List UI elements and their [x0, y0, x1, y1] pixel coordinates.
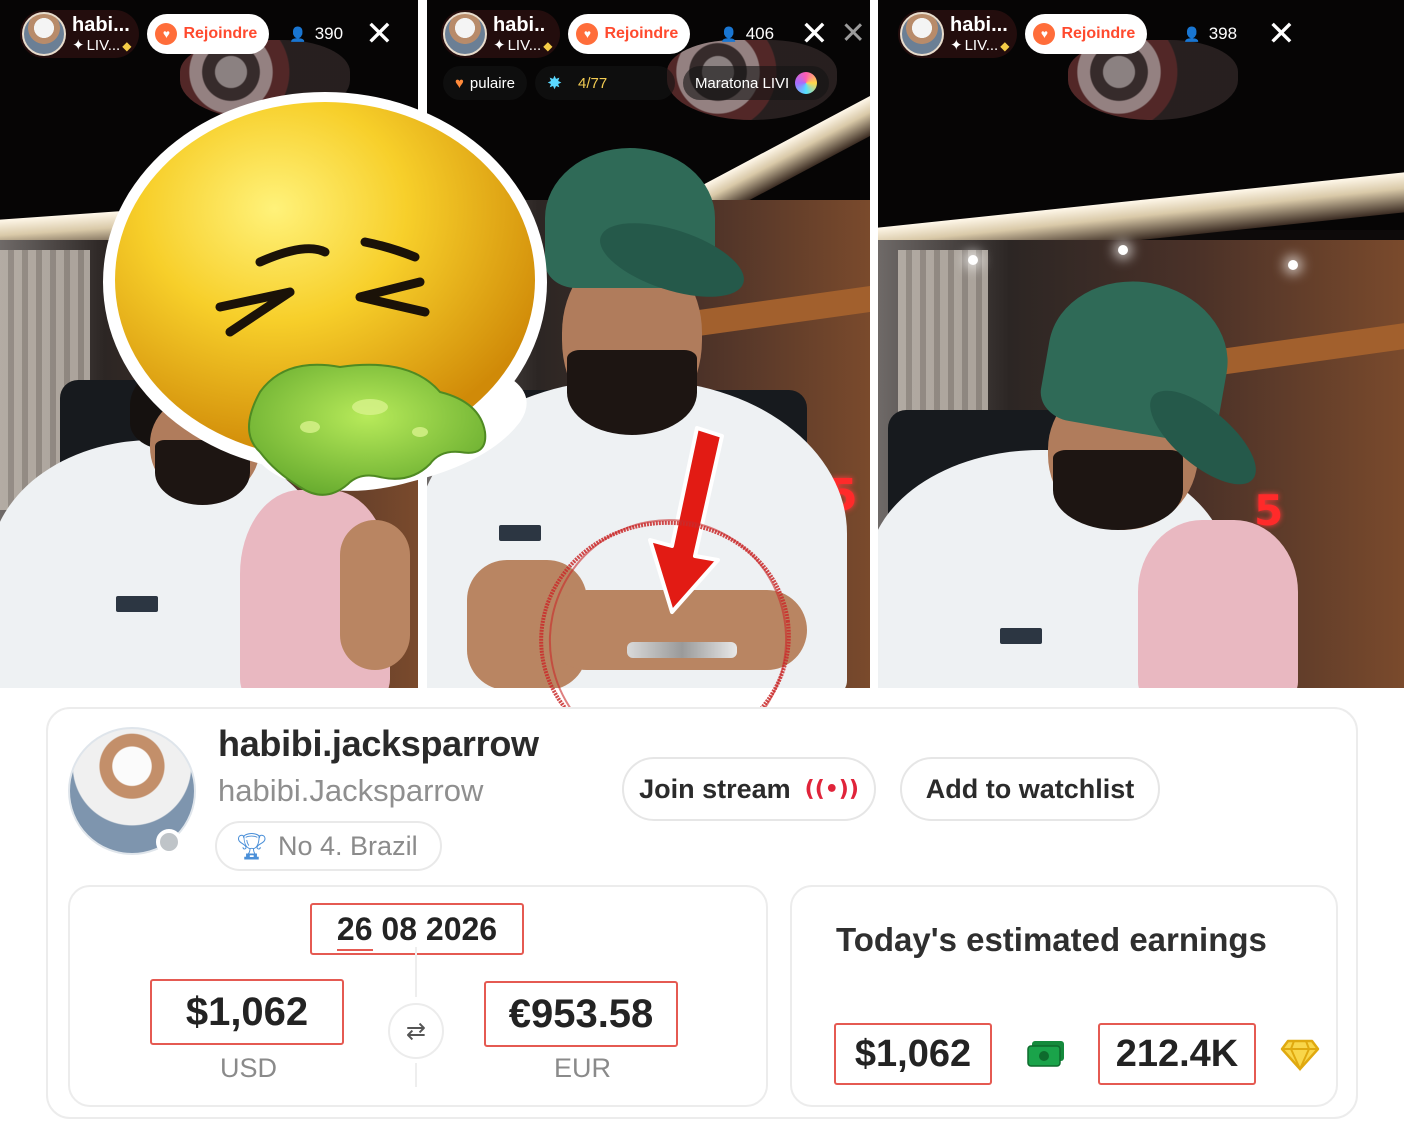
- earnings-usd-amount: $1,062: [834, 1023, 992, 1085]
- host-sub-label: LIV...: [964, 37, 999, 54]
- host-name: habi...: [950, 14, 1008, 36]
- usd-amount: $1,062: [150, 979, 344, 1045]
- profile-username: habibi.jacksparrow: [218, 723, 539, 764]
- usd-currency-label: USD: [220, 1053, 278, 1083]
- earnings-title: Today's estimated earnings: [836, 921, 1267, 958]
- live-stream-panels: habi... ✦LIV...◆ ♥ Rejoindre 👤 390 ✕ 5: [0, 0, 1404, 688]
- nauseated-face-icon: [103, 92, 560, 512]
- host-pill[interactable]: habi... ✦ LIV... ◆: [20, 10, 140, 58]
- event-badge-icon: [795, 72, 818, 94]
- rank-label: No 4. Brazil: [278, 830, 418, 861]
- live-broadcast-icon: ((•)): [804, 776, 859, 802]
- host-name: habi...: [72, 14, 130, 36]
- sparkle-icon: ✦: [950, 37, 963, 54]
- user-icon: 👤: [289, 25, 307, 42]
- user-icon: 👤: [720, 25, 738, 42]
- rejoindre-label: Rejoindre: [604, 25, 679, 42]
- rejoindre-button[interactable]: ♥ Rejoindre: [568, 14, 691, 54]
- diamond-icon: ◆: [543, 38, 553, 53]
- trophy-icon: 🏆︎: [235, 830, 269, 861]
- divider: [415, 947, 417, 997]
- diamond-icon: ◆: [122, 38, 132, 53]
- event-chip[interactable]: Maratona LIVI: [682, 66, 830, 100]
- close-icon-secondary[interactable]: ✕: [841, 19, 866, 49]
- host-name: habi..: [493, 14, 546, 36]
- conversion-box: 26 08 2026 $1,062 USD ⇄ €953.58 EUR: [68, 885, 768, 1107]
- rejoindre-button[interactable]: ♥ Rejoindre: [1025, 14, 1148, 54]
- host-sub-label: LIV...: [86, 37, 121, 54]
- viewer-count: 👤 398: [1183, 24, 1237, 44]
- host-avatar[interactable]: [22, 12, 66, 56]
- live-panel-3: 5 habi... ✦ LIV... ◆ ♥ Rejoindre 👤 398 ✕: [878, 0, 1404, 688]
- date-display: 26 08 2026: [310, 903, 524, 955]
- online-status-dot: [156, 829, 182, 855]
- join-stream-button[interactable]: Join stream ((•)): [622, 757, 876, 821]
- diamond-icon: ◆: [1000, 38, 1010, 53]
- eur-amount: €953.58: [484, 981, 678, 1047]
- join-icon: ♥: [576, 23, 599, 45]
- cash-icon: [1027, 1041, 1064, 1067]
- diamond-icon: [1280, 1039, 1320, 1072]
- join-icon: ♥: [155, 23, 178, 45]
- viewer-count-value: 406: [745, 24, 775, 43]
- close-icon[interactable]: ✕: [365, 17, 394, 51]
- close-icon[interactable]: ✕: [800, 17, 829, 51]
- close-icon[interactable]: ✕: [1267, 17, 1296, 51]
- progress-value: 4/77: [578, 74, 608, 92]
- host-avatar[interactable]: [443, 12, 487, 56]
- sparkle-icon: ✦: [72, 37, 85, 54]
- viewer-count: 👤 406: [720, 24, 774, 44]
- host-pill[interactable]: habi.. ✦ LIV... ◆: [441, 10, 561, 58]
- heart-icon: ♥: [455, 74, 464, 92]
- add-to-watchlist-button[interactable]: Add to watchlist: [900, 757, 1160, 821]
- live-header-3: habi... ✦ LIV... ◆ ♥ Rejoindre 👤 398 ✕: [898, 10, 1384, 58]
- rejoindre-label: Rejoindre: [183, 25, 258, 42]
- host-avatar[interactable]: [900, 12, 944, 56]
- profile-display-name: habibi.Jacksparrow: [218, 773, 484, 808]
- earnings-diamond-amount: 212.4K: [1098, 1023, 1256, 1085]
- eur-currency-label: EUR: [554, 1053, 612, 1083]
- gift-chip-label: pulaire: [469, 74, 515, 92]
- live-header-1: habi... ✦ LIV... ◆ ♥ Rejoindre 👤 390 ✕: [20, 10, 398, 58]
- rank-badge: 🏆︎ No 4. Brazil: [215, 821, 442, 871]
- join-stream-label: Join stream: [639, 773, 791, 804]
- join-icon: ♥: [1033, 23, 1056, 45]
- star-burst-icon: ✸: [546, 72, 563, 93]
- earnings-box: Today's estimated earnings $1,062 212.4K: [790, 885, 1338, 1107]
- live-header-2: habi.. ✦ LIV... ◆ ♥ Rejoindre 👤 406 ✕ ✕: [441, 10, 866, 58]
- viewer-count-value: 390: [314, 24, 344, 43]
- swap-icon[interactable]: ⇄: [388, 1003, 444, 1059]
- date-month-year: 08 2026: [381, 910, 498, 947]
- viewer-count-value: 398: [1208, 24, 1238, 43]
- rejoindre-button[interactable]: ♥ Rejoindre: [147, 14, 270, 54]
- divider: [415, 1063, 417, 1087]
- host-sub-label: LIV...: [507, 37, 542, 54]
- event-chip-label: Maratona LIVI: [694, 74, 790, 92]
- host-pill[interactable]: habi... ✦ LIV... ◆: [898, 10, 1018, 58]
- profile-card: habibi.jacksparrow habibi.Jacksparrow 🏆︎…: [46, 707, 1358, 1119]
- watchlist-label: Add to watchlist: [925, 773, 1135, 804]
- user-icon: 👤: [1183, 25, 1201, 42]
- sparkle-icon: ✦: [493, 37, 506, 54]
- date-day: 26: [336, 910, 373, 951]
- rejoindre-label: Rejoindre: [1061, 25, 1136, 42]
- stream-video-3: 5: [878, 0, 1404, 688]
- viewer-count: 👤 390: [289, 24, 343, 44]
